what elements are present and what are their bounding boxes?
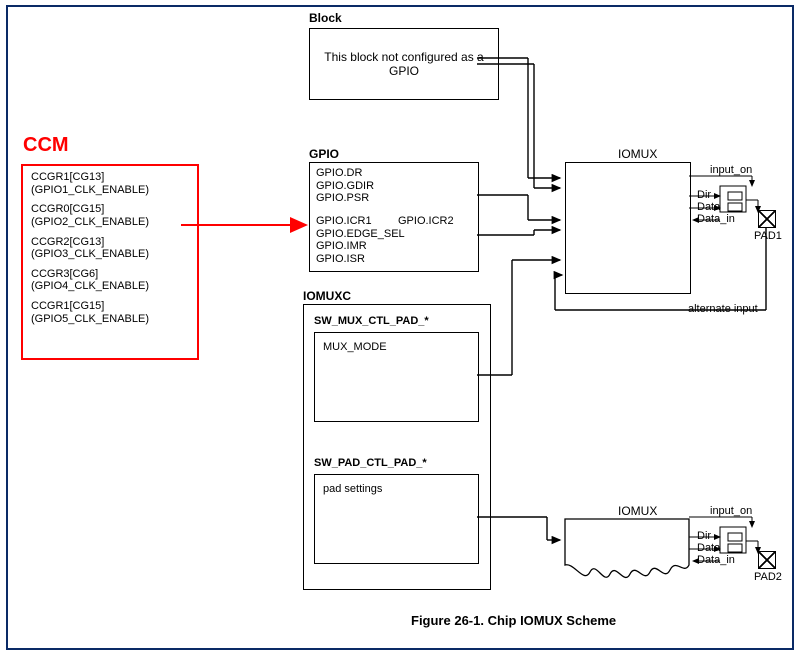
- connectors: [0, 0, 796, 651]
- diagram-root: Block This block not configured as a GPI…: [0, 0, 796, 651]
